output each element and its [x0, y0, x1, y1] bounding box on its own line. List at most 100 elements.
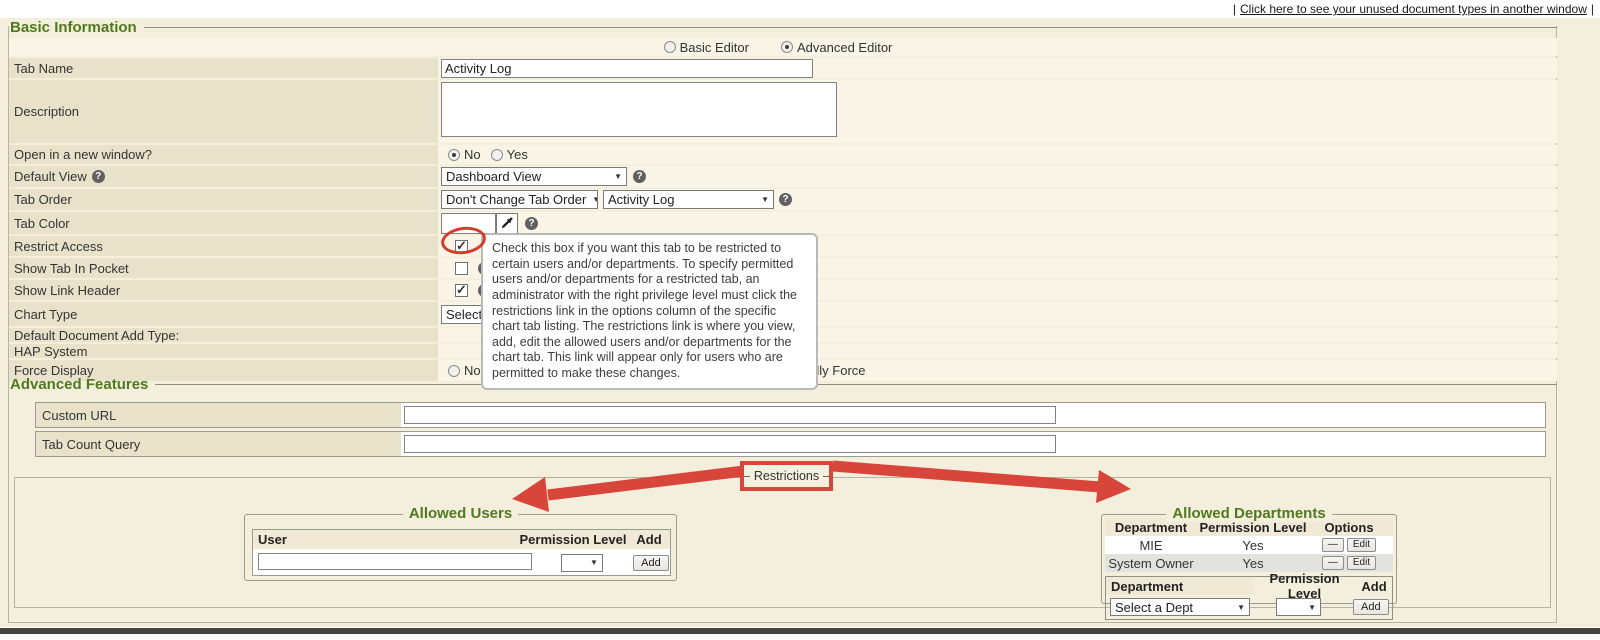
department-column-header: Department: [1106, 577, 1253, 595]
tab-order-mode-value: Don't Change Tab Order: [446, 192, 586, 207]
department-name: System Owner: [1105, 556, 1197, 571]
advanced-editor-radio[interactable]: [781, 41, 793, 53]
allowed-users-title: Allowed Users: [403, 505, 518, 522]
chevron-down-icon: ▼: [614, 172, 622, 181]
department-row-system-owner: System Owner Yes — Edit: [1105, 554, 1393, 572]
legend-dash: [744, 476, 750, 477]
editor-toggle-row: Basic Editor Advanced Editor: [9, 38, 1557, 56]
chart-type-select-value: Select: [446, 307, 482, 322]
add-department-header-row: Department Permission Level Add: [1106, 577, 1392, 595]
department-select-value: Select a Dept: [1115, 600, 1193, 615]
restrictions-panel: Allowed Users User Permission Level Add: [14, 477, 1551, 608]
permission-column-header: Permission Level: [518, 532, 628, 547]
tab-name-label: Tab Name: [9, 58, 438, 78]
basic-editor-radio[interactable]: [664, 41, 676, 53]
department-permission-select[interactable]: ▼: [1276, 598, 1321, 616]
force-display-no-radio[interactable]: [448, 365, 460, 377]
allowed-users-input-row: ▼ Add: [253, 549, 670, 575]
add-department-box: Department Permission Level Add Select a…: [1105, 576, 1393, 620]
tab-order-help-icon[interactable]: ?: [779, 193, 792, 206]
tab-order-label: Tab Order: [9, 189, 438, 210]
advanced-editor-label: Advanced Editor: [797, 40, 892, 55]
page: | Click here to see your unused document…: [0, 0, 1600, 640]
advanced-features-title: Advanced Features: [10, 376, 148, 393]
chevron-down-icon: ▼: [592, 195, 598, 204]
basic-editor-label: Basic Editor: [680, 40, 749, 55]
legend-divider: [144, 27, 1557, 28]
description-label: Description: [9, 80, 438, 143]
chevron-down-icon: ▼: [1237, 603, 1245, 612]
tab-count-query-label: Tab Count Query: [36, 432, 401, 456]
tab-color-row: Tab Color ?: [9, 212, 1557, 234]
default-doc-add-type-label: Default Document Add Type:: [9, 328, 438, 342]
custom-url-row: Custom URL: [35, 402, 1546, 428]
department-row-mie: MIE Yes — Edit: [1105, 536, 1393, 554]
chevron-down-icon: ▼: [590, 558, 598, 567]
tab-color-help-icon[interactable]: ?: [525, 217, 538, 230]
department-name: MIE: [1105, 538, 1197, 553]
open-new-window-row: Open in a new window? No Yes: [9, 145, 1557, 164]
unused-doc-types-link[interactable]: Click here to see your unused document t…: [1240, 2, 1587, 16]
department-permission: Yes: [1197, 556, 1309, 571]
advanced-editor-option[interactable]: Advanced Editor: [781, 40, 902, 55]
basic-information-title: Basic Information: [10, 19, 137, 36]
user-input[interactable]: [258, 553, 532, 570]
tab-order-mode-select[interactable]: Don't Change Tab Order ▼: [441, 190, 598, 209]
show-link-header-checkbox[interactable]: ✓: [455, 284, 468, 297]
department-select[interactable]: Select a Dept ▼: [1110, 598, 1250, 616]
tab-name-input[interactable]: [441, 59, 813, 78]
edit-department-button[interactable]: Edit: [1347, 538, 1376, 552]
hap-system-label: HAP System: [9, 344, 438, 358]
open-window-yes-radio[interactable]: [491, 149, 503, 161]
user-permission-select[interactable]: ▼: [561, 554, 603, 572]
allowed-users-header-row: User Permission Level Add: [253, 530, 670, 549]
open-new-window-label: Open in a new window?: [9, 145, 438, 164]
bottom-edge-bar: [0, 628, 1600, 634]
description-textarea[interactable]: [441, 82, 837, 137]
allowed-users-fieldset: Allowed Users User Permission Level Add: [244, 514, 677, 581]
chevron-down-icon: ▼: [761, 195, 769, 204]
show-tab-in-pocket-checkbox[interactable]: ✓: [455, 262, 468, 275]
basic-editor-option[interactable]: Basic Editor: [664, 40, 759, 55]
eyedropper-icon: [500, 216, 514, 230]
checkmark-icon: ✓: [456, 282, 467, 298]
default-view-select[interactable]: Dashboard View ▼: [441, 167, 627, 186]
basic-information-legend: Basic Information: [10, 19, 1557, 36]
open-window-yes-label: Yes: [507, 147, 528, 162]
default-view-label: Default View: [14, 169, 87, 184]
tab-name-row: Tab Name: [9, 58, 1557, 78]
chevron-down-icon: ▼: [1308, 603, 1316, 612]
allowed-users-table: User Permission Level Add ▼: [252, 529, 671, 576]
tab-count-query-input[interactable]: [404, 435, 1056, 453]
chart-type-label: Chart Type: [9, 302, 438, 326]
pipe-right: |: [1591, 2, 1594, 16]
custom-url-label: Custom URL: [36, 403, 401, 427]
add-column-header: Add: [628, 532, 670, 547]
add-user-button[interactable]: Add: [633, 555, 669, 571]
add-column-header: Add: [1356, 579, 1392, 594]
remove-department-button[interactable]: —: [1322, 538, 1344, 552]
restrict-access-label: Restrict Access: [9, 236, 438, 256]
show-link-header-label: Show Link Header: [9, 280, 438, 300]
permission-column-header: Permission Level: [1253, 571, 1356, 601]
allowed-departments-title: Allowed Departments: [1166, 505, 1331, 522]
default-view-row: Default View ? Dashboard View ▼ ?: [9, 166, 1557, 187]
eyedropper-button[interactable]: [496, 213, 518, 234]
open-window-no-radio[interactable]: [448, 149, 460, 161]
tab-order-target-select[interactable]: Activity Log ▼: [603, 190, 774, 209]
top-bar: | Click here to see your unused document…: [0, 0, 1600, 18]
allowed-users-legend: Allowed Users: [245, 505, 676, 523]
allowed-departments-fieldset: Allowed Departments Department Permissio…: [1101, 514, 1397, 604]
remove-department-button[interactable]: —: [1322, 556, 1344, 570]
default-view-value-help-icon[interactable]: ?: [633, 170, 646, 183]
pipe-left: |: [1233, 2, 1236, 16]
add-department-button[interactable]: Add: [1353, 599, 1389, 615]
show-tab-in-pocket-label: Show Tab In Pocket: [9, 258, 438, 278]
edit-department-button[interactable]: Edit: [1347, 556, 1376, 570]
custom-url-input[interactable]: [404, 406, 1056, 424]
restrictions-callout: Restrictions: [740, 461, 833, 491]
tab-count-query-row: Tab Count Query: [35, 431, 1546, 457]
restrict-access-tooltip: Check this box if you want this tab to b…: [481, 233, 818, 390]
default-view-help-icon[interactable]: ?: [92, 170, 105, 183]
restrictions-label: Restrictions: [754, 469, 819, 483]
